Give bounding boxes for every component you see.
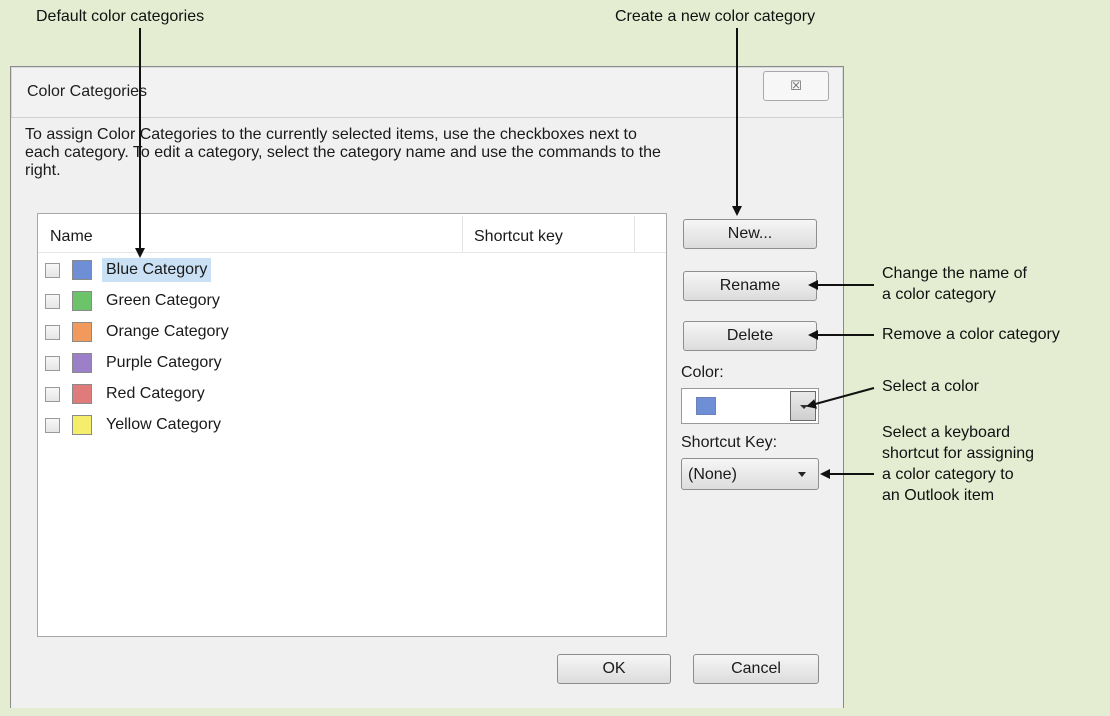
new-button[interactable]: New... [683,219,817,249]
color-dropdown-button[interactable] [790,391,816,421]
callout-shortcut-line2: shortcut for assigning [882,445,1035,462]
column-divider[interactable] [462,216,463,252]
instructions-line3: right. [25,162,61,179]
delete-button[interactable]: Delete [683,321,817,351]
callout-remove: Remove a color category [882,326,1060,343]
close-icon: ☒ [790,78,802,93]
dialog-title: Color Categories [27,83,148,100]
shortcut-key-select[interactable]: (None) [681,458,819,490]
shortcut-key-value: (None) [688,466,737,483]
chevron-down-icon [798,472,806,477]
column-header-shortcut-key[interactable]: Shortcut key [474,228,563,246]
callout-change-name-line1: Change the name of [882,265,1027,282]
shortcut-key-label: Shortcut Key: [681,434,778,451]
category-name[interactable]: Orange Category [102,320,233,344]
category-name[interactable]: Red Category [102,382,209,406]
category-checkbox[interactable] [45,294,60,309]
color-swatch [72,322,92,342]
column-divider[interactable] [634,216,635,252]
color-swatch [72,384,92,404]
callout-default-categories: Default color categories [36,8,205,25]
instructions-line1: To assign Color Categories to the curren… [25,126,637,143]
callout-shortcut-line1: Select a keyboard [882,424,1011,441]
instructions-line2: each category. To edit a category, selec… [25,144,661,161]
category-list[interactable]: Name Shortcut key Blue Category Green Ca… [37,213,667,637]
callout-shortcut-line4: an Outlook item [882,487,995,504]
category-name[interactable]: Purple Category [102,351,226,375]
list-item[interactable]: Purple Category [38,351,638,379]
category-checkbox[interactable] [45,418,60,433]
instructions-text: To assign Color Categories to the curren… [25,126,831,180]
color-swatch [72,353,92,373]
callout-create-new: Create a new color category [615,8,816,25]
list-header: Name Shortcut key [38,214,666,253]
rename-button[interactable]: Rename [683,271,817,301]
callout-select-color: Select a color [882,378,979,395]
category-checkbox[interactable] [45,325,60,340]
category-name[interactable]: Yellow Category [102,413,225,437]
color-swatch [72,415,92,435]
list-item[interactable]: Green Category [38,289,638,317]
color-picker[interactable] [681,388,819,424]
color-swatch [72,291,92,311]
close-button[interactable]: ☒ [763,71,829,101]
cancel-button[interactable]: Cancel [693,654,819,684]
list-item[interactable]: Blue Category [38,258,638,286]
category-checkbox[interactable] [45,263,60,278]
callout-change-name: Change the name of a color category [882,263,1027,305]
callout-change-name-line2: a color category [882,286,996,303]
color-label: Color: [681,364,724,381]
list-item[interactable]: Red Category [38,382,638,410]
color-swatch [72,260,92,280]
category-name[interactable]: Blue Category [102,258,212,282]
ok-button[interactable]: OK [557,654,671,684]
category-name[interactable]: Green Category [102,289,224,313]
callout-shortcut-line3: a color category to [882,466,1014,483]
selected-color-swatch [696,397,716,415]
color-categories-dialog: Color Categories ☒ To assign Color Categ… [10,66,844,708]
callout-shortcut: Select a keyboard shortcut for assigning… [882,422,1034,506]
list-item[interactable]: Yellow Category [38,413,638,441]
category-checkbox[interactable] [45,387,60,402]
list-item[interactable]: Orange Category [38,320,638,348]
dialog-body: To assign Color Categories to the curren… [11,117,843,708]
column-header-name[interactable]: Name [50,228,93,246]
category-checkbox[interactable] [45,356,60,371]
